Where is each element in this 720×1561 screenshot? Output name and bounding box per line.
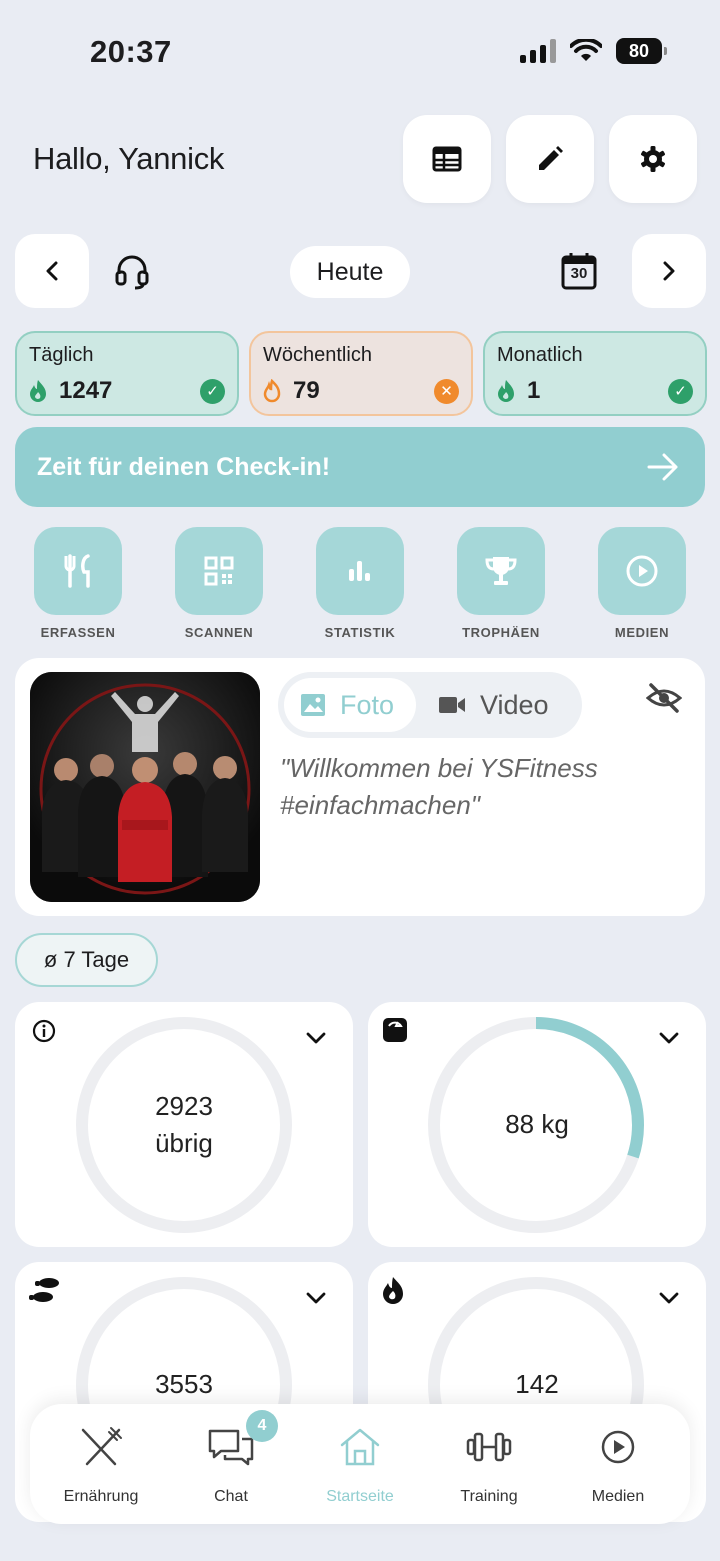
quick-action-trophaeen[interactable]: TROPHÄEN — [457, 527, 545, 640]
streak-value: 1247 — [59, 377, 113, 404]
close-icon: ✕ — [434, 378, 459, 404]
headset-icon — [115, 255, 149, 290]
nav-label: Ernährung — [63, 1488, 139, 1505]
play-circle-icon — [626, 555, 658, 587]
settings-button[interactable] — [609, 115, 697, 203]
nav-label: Training — [460, 1488, 518, 1505]
team-photo[interactable] — [30, 672, 260, 902]
flame-outline-icon — [263, 379, 281, 403]
metric-value: 2923 — [155, 1091, 213, 1121]
metric-card-calories[interactable]: 2923 übrig — [15, 1002, 353, 1247]
chat-unread-badge: 4 — [246, 1410, 278, 1442]
play-circle-icon — [601, 1430, 635, 1464]
battery-icon: 80 — [616, 38, 667, 64]
status-icons: 80 — [520, 38, 667, 64]
media-type-toggle: Foto Video — [278, 672, 582, 738]
dumbbell-icon — [466, 1432, 512, 1462]
image-icon — [301, 694, 325, 716]
video-camera-icon — [439, 697, 465, 713]
welcome-quote: "Willkommen bei YSFitness #einfachmachen… — [280, 753, 598, 820]
nav-medien[interactable]: Medien — [553, 1424, 683, 1506]
info-icon — [32, 1019, 56, 1043]
metric-value: 88 kg — [505, 1109, 569, 1139]
next-day-button[interactable] — [632, 234, 706, 308]
streak-monthly[interactable]: Monatlich 1 ✓ — [483, 331, 707, 416]
status-time: 20:37 — [90, 34, 172, 69]
metric-card-weight[interactable]: 88 kg — [368, 1002, 706, 1247]
pencil-icon — [539, 146, 563, 170]
qr-code-icon — [204, 556, 234, 586]
streak-label: Täglich — [29, 344, 94, 366]
nav-label: Medien — [591, 1488, 645, 1505]
flame-icon — [498, 380, 514, 402]
bar-chart-icon — [349, 561, 370, 581]
chevron-down-icon[interactable] — [659, 1291, 679, 1305]
streak-weekly[interactable]: Wöchentlich 79 ✕ — [249, 331, 473, 416]
chevron-down-icon[interactable] — [659, 1031, 679, 1045]
quick-action-label: ERFASSEN — [40, 625, 116, 640]
calendar-button[interactable]: 30 — [561, 252, 597, 290]
check-icon: ✓ — [668, 378, 693, 404]
chevron-down-icon[interactable] — [306, 1031, 326, 1045]
fork-knife-icon — [64, 554, 90, 588]
chevron-left-icon — [46, 261, 58, 281]
quick-action-label: TROPHÄEN — [462, 625, 540, 640]
nav-training[interactable]: Training — [424, 1424, 554, 1506]
footsteps-icon — [29, 1278, 59, 1302]
quick-action-statistik[interactable]: STATISTIK — [316, 527, 404, 640]
quick-action-erfassen[interactable]: ERFASSEN — [34, 527, 122, 640]
metric-value: 142 — [515, 1369, 559, 1399]
quick-action-medien[interactable]: MEDIEN — [598, 527, 686, 640]
calendar-day: 30 — [570, 265, 588, 282]
check-icon: ✓ — [200, 378, 225, 404]
quick-action-label: STATISTIK — [324, 625, 396, 640]
edit-button[interactable] — [506, 115, 594, 203]
tab-video[interactable]: Video — [422, 678, 565, 732]
nav-label: Chat — [214, 1488, 248, 1505]
wifi-icon — [570, 39, 602, 61]
table-view-button[interactable] — [403, 115, 491, 203]
metric-sub: übrig — [155, 1128, 213, 1158]
flame-icon — [30, 380, 46, 402]
tab-foto[interactable]: Foto — [284, 678, 416, 732]
fork-knife-icon — [81, 1427, 122, 1466]
today-button[interactable]: Heute — [290, 246, 410, 298]
cellular-signal-icon — [520, 39, 556, 63]
nav-startseite[interactable]: Startseite — [295, 1424, 425, 1506]
streak-daily[interactable]: Täglich 1247 ✓ — [15, 331, 239, 416]
flame-icon — [383, 1277, 403, 1304]
trophy-icon — [485, 557, 517, 585]
streak-label: Monatlich — [497, 344, 583, 366]
tab-foto-label: Foto — [340, 689, 395, 720]
checkin-label: Zeit für deinen Check-in! — [37, 452, 331, 481]
previous-day-button[interactable] — [15, 234, 89, 308]
home-icon — [340, 1428, 380, 1466]
tab-video-label: Video — [480, 689, 549, 720]
chevron-right-icon — [663, 261, 675, 281]
team-photo-image — [30, 672, 260, 902]
streak-value: 79 — [293, 377, 320, 404]
quick-action-label: MEDIEN — [614, 625, 670, 640]
streak-value: 1 — [527, 377, 541, 404]
scale-icon — [383, 1018, 407, 1042]
average-filter-button[interactable]: ø 7 Tage — [15, 933, 158, 987]
streak-label: Wöchentlich — [263, 344, 372, 366]
gear-icon — [641, 146, 665, 172]
support-button[interactable] — [113, 252, 151, 295]
hide-button[interactable] — [645, 682, 683, 719]
greeting: Hallo, Yannick — [33, 141, 225, 176]
nav-ernaehrung[interactable]: Ernährung — [36, 1424, 166, 1506]
nav-chat[interactable]: Chat — [166, 1424, 296, 1506]
chevron-down-icon[interactable] — [306, 1291, 326, 1305]
nav-label: Startseite — [326, 1488, 394, 1505]
checkin-banner[interactable]: Zeit für deinen Check-in! — [15, 427, 705, 507]
eye-off-icon — [645, 683, 683, 713]
metric-value: 3553 — [155, 1369, 213, 1399]
arrow-right-icon — [647, 453, 678, 481]
quick-action-label: SCANNEN — [184, 625, 254, 640]
table-icon — [432, 146, 462, 172]
quick-action-scannen[interactable]: SCANNEN — [175, 527, 263, 640]
